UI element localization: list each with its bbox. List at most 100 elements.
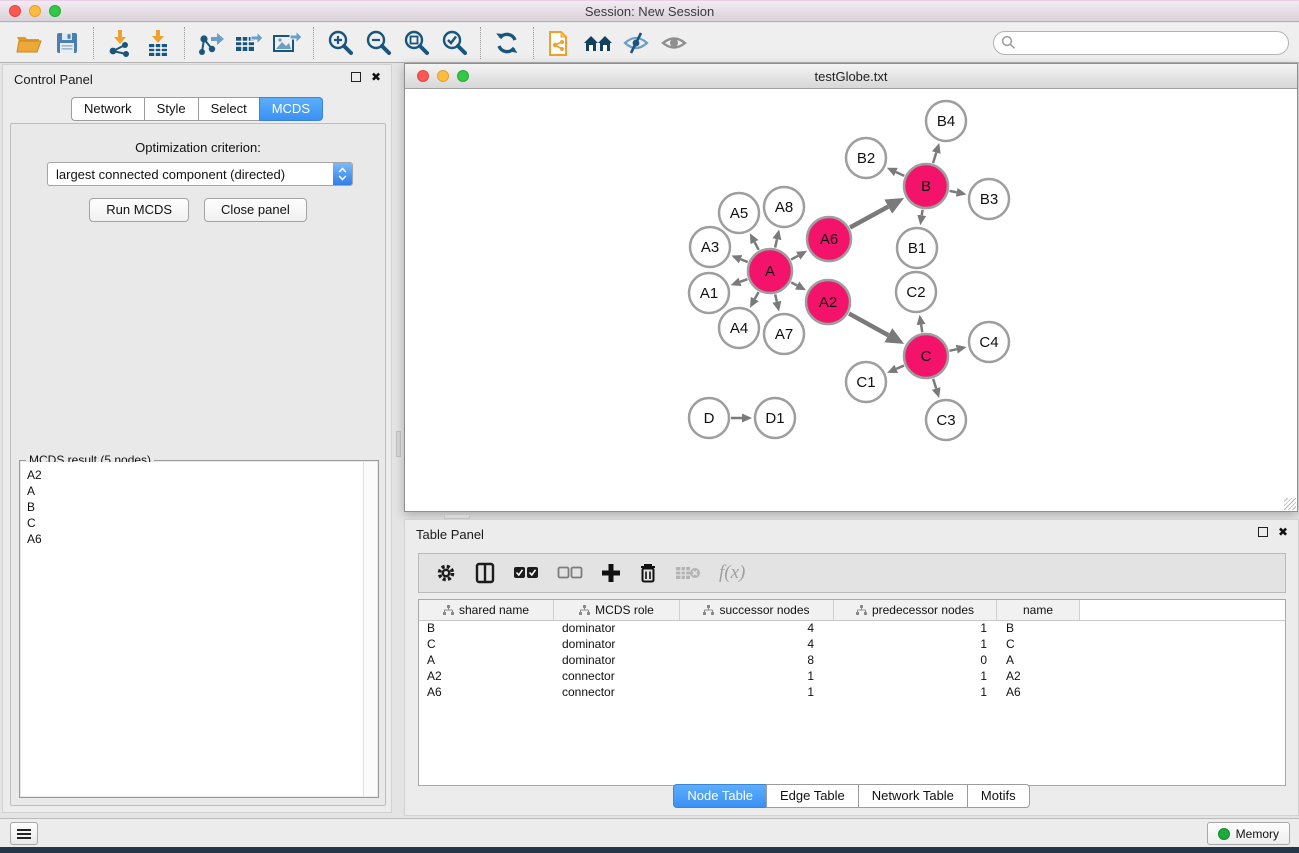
graph-edge-A-A5[interactable] xyxy=(755,242,759,250)
tab-style[interactable]: Style xyxy=(144,97,198,121)
delete-table-button[interactable] xyxy=(675,564,701,582)
graph-edge-C-C4[interactable] xyxy=(949,349,956,351)
mcds-result-item[interactable]: A xyxy=(27,483,363,499)
graph-node-A2[interactable]: A2 xyxy=(806,280,850,324)
float-table-panel-icon[interactable] xyxy=(1258,527,1268,537)
import-network-button[interactable] xyxy=(101,27,139,59)
graph-edge-B-B2[interactable] xyxy=(896,172,904,176)
function-builder-button[interactable]: f(x) xyxy=(719,562,745,584)
graph-edge-A-A4[interactable] xyxy=(755,292,759,299)
table-row[interactable]: Cdominator41C xyxy=(419,637,1285,653)
mcds-result-item[interactable]: A2 xyxy=(27,467,363,483)
graph-edge-C-C1[interactable] xyxy=(896,366,904,369)
table-row[interactable]: Adominator80A xyxy=(419,653,1285,669)
graph-node-B[interactable]: B xyxy=(904,164,948,208)
mcds-result-list[interactable]: A2ABCA6 xyxy=(21,462,377,796)
window-resize-grip[interactable] xyxy=(1284,498,1296,510)
graph-node-A5[interactable]: A5 xyxy=(719,193,759,233)
hide-show-graphics-button[interactable] xyxy=(617,27,655,59)
open-session-button[interactable] xyxy=(10,27,48,59)
zoom-in-button[interactable] xyxy=(321,27,359,59)
tab-motifs[interactable]: Motifs xyxy=(967,784,1030,808)
export-image-button[interactable] xyxy=(268,27,306,59)
table-settings-button[interactable] xyxy=(435,562,457,584)
network-canvas[interactable]: B4 B2 B B3 A8A5 A6 A3 B1 A C2 A1 A2 A4A7 C4 C C1 D D1 C3 xyxy=(405,89,1297,511)
table-row[interactable]: Bdominator41B xyxy=(419,621,1285,637)
tab-network-table[interactable]: Network Table xyxy=(858,784,967,808)
close-panel-button[interactable]: Close panel xyxy=(204,198,307,222)
graph-node-B1[interactable]: B1 xyxy=(897,228,937,268)
graph-node-D[interactable]: D xyxy=(689,398,729,438)
graph-node-C4[interactable]: C4 xyxy=(969,322,1009,362)
select-all-button[interactable] xyxy=(513,566,539,580)
network-from-file-button[interactable] xyxy=(541,27,579,59)
tab-mcds[interactable]: MCDS xyxy=(259,97,323,121)
column-header-shared-name[interactable]: shared name xyxy=(419,600,554,620)
graph-node-A7[interactable]: A7 xyxy=(764,314,804,354)
graph-node-D1[interactable]: D1 xyxy=(755,398,795,438)
mcds-result-item[interactable]: A6 xyxy=(27,531,363,547)
export-network-button[interactable] xyxy=(192,27,230,59)
zoom-out-button[interactable] xyxy=(359,27,397,59)
graph-node-C1[interactable]: C1 xyxy=(846,362,886,402)
save-session-button[interactable] xyxy=(48,27,86,59)
memory-button[interactable]: Memory xyxy=(1207,822,1290,845)
graph-edge-A2-C[interactable] xyxy=(849,314,888,336)
column-header-successor-nodes[interactable]: successor nodes xyxy=(680,600,834,620)
delete-column-button[interactable] xyxy=(639,562,657,584)
import-table-button[interactable] xyxy=(139,27,177,59)
graph-node-C[interactable]: C xyxy=(904,334,948,378)
optimization-criterion-select[interactable]: largest connected component (directed) xyxy=(47,162,353,186)
graph-node-A3[interactable]: A3 xyxy=(690,227,730,267)
column-header-predecessor-nodes[interactable]: predecessor nodes xyxy=(834,600,997,620)
show-columns-button[interactable] xyxy=(475,562,495,584)
refresh-view-button[interactable] xyxy=(488,27,526,59)
graph-node-A[interactable]: A xyxy=(748,249,792,293)
create-column-button[interactable] xyxy=(601,563,621,583)
graph-edge-B-B3[interactable] xyxy=(950,191,957,192)
graph-node-B2[interactable]: B2 xyxy=(846,138,886,178)
deselect-all-button[interactable] xyxy=(557,566,583,580)
tab-select[interactable]: Select xyxy=(198,97,259,121)
run-mcds-button[interactable]: Run MCDS xyxy=(89,198,189,222)
export-table-button[interactable] xyxy=(230,27,268,59)
task-history-button[interactable] xyxy=(10,822,38,845)
graph-node-B3[interactable]: B3 xyxy=(969,179,1009,219)
table-row[interactable]: A6connector11A6 xyxy=(419,685,1285,701)
column-header-mcds-role[interactable]: MCDS role xyxy=(554,600,680,620)
graph-node-C2[interactable]: C2 xyxy=(896,272,936,312)
tab-node-table[interactable]: Node Table xyxy=(673,784,766,808)
column-header-name[interactable]: name xyxy=(997,600,1080,620)
graph-node-C3[interactable]: C3 xyxy=(926,400,966,440)
home-networks-button[interactable] xyxy=(579,27,617,59)
tab-network[interactable]: Network xyxy=(71,97,144,121)
graph-edge-A-A2[interactable] xyxy=(791,282,797,285)
graph-edge-A-A8[interactable] xyxy=(775,239,777,247)
network-graph[interactable]: B4 B2 B B3 A8A5 A6 A3 B1 A C2 A1 A2 A4A7 C4 C C1 D D1 C3 xyxy=(405,89,1297,511)
float-panel-icon[interactable] xyxy=(351,72,361,82)
graph-node-B4[interactable]: B4 xyxy=(926,101,966,141)
graph-edge-B-B1[interactable] xyxy=(922,210,923,216)
tab-edge-table[interactable]: Edge Table xyxy=(766,784,858,808)
zoom-fit-button[interactable] xyxy=(397,27,435,59)
graph-node-A6[interactable]: A6 xyxy=(807,217,851,261)
graph-node-A4[interactable]: A4 xyxy=(719,308,759,348)
graph-edge-A-A6[interactable] xyxy=(791,256,798,260)
graph-node-A8[interactable]: A8 xyxy=(764,187,804,227)
graph-edge-A-A3[interactable] xyxy=(741,259,748,262)
mcds-result-item[interactable]: C xyxy=(27,515,363,531)
vertical-splitter-handle[interactable] xyxy=(396,431,401,457)
graph-edge-A6-B[interactable] xyxy=(850,207,888,228)
graph-edge-C-C3[interactable] xyxy=(933,379,936,389)
close-panel-icon[interactable]: ✖ xyxy=(371,72,381,82)
graph-edge-C-C2[interactable] xyxy=(921,325,922,333)
close-table-panel-icon[interactable]: ✖ xyxy=(1278,527,1288,537)
mcds-result-item[interactable]: B xyxy=(27,499,363,515)
graph-edge-A-A1[interactable] xyxy=(740,279,747,282)
graph-edge-B-B4[interactable] xyxy=(933,153,936,164)
show-graphics-details-button[interactable] xyxy=(655,27,693,59)
table-row[interactable]: A2connector11A2 xyxy=(419,669,1285,685)
result-scrollbar[interactable] xyxy=(363,462,377,796)
search-input[interactable] xyxy=(1016,34,1288,52)
graph-node-A1[interactable]: A1 xyxy=(689,273,729,313)
